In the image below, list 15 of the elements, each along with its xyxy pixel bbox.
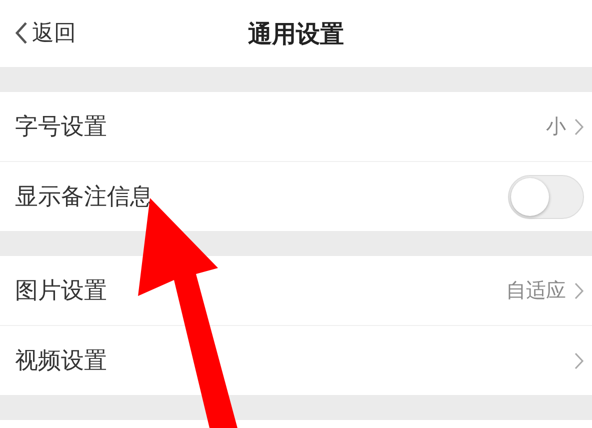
row-label: 图片设置 [15,277,107,306]
settings-row[interactable]: 图片设置 自适应 [0,256,592,325]
toggle-switch[interactable] [508,174,584,218]
back-button[interactable]: 返回 [14,18,76,48]
chevron-right-icon [574,118,584,136]
row-label: 字号设置 [15,113,107,142]
chevron-right-icon [574,352,584,370]
settings-row[interactable]: 字号设置 小 [0,92,592,161]
row-value: 自适应 [506,277,566,304]
page-title: 通用设置 [248,18,344,50]
chevron-left-icon [14,21,28,45]
row-value: 小 [546,113,566,140]
row-label: 显示备注信息 [15,183,153,212]
row-label: 视频设置 [15,347,107,376]
chevron-right-icon [574,282,584,300]
